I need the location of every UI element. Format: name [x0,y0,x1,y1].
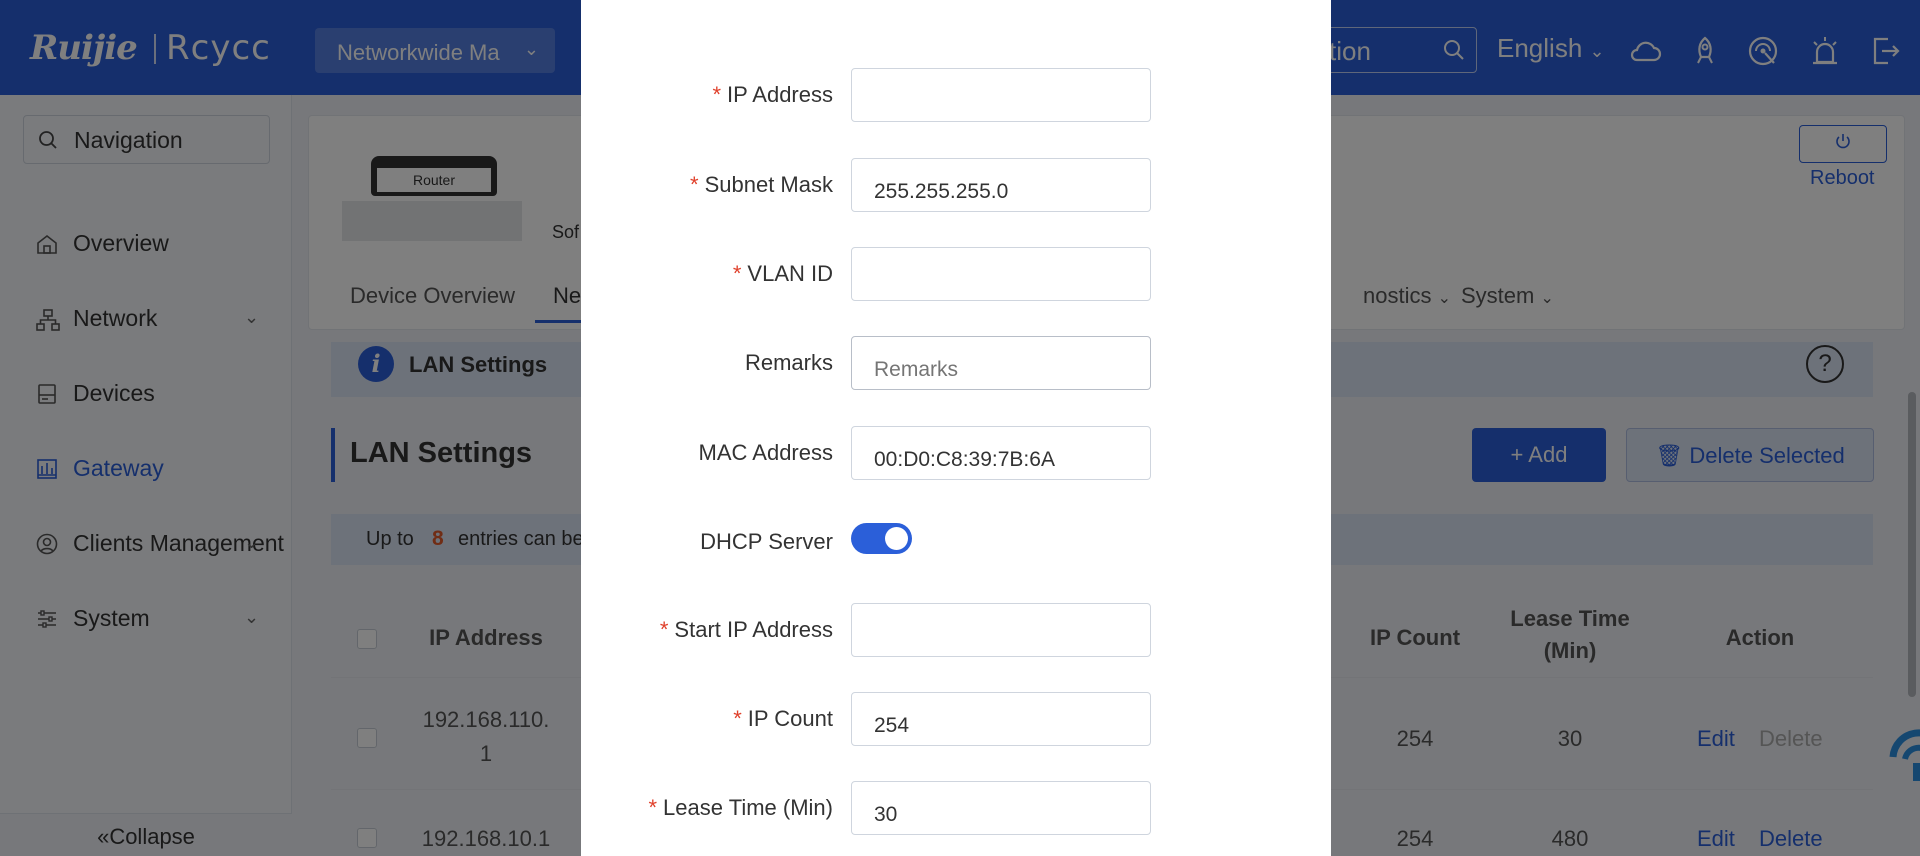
dhcp-server-toggle[interactable] [851,523,912,554]
label-text: DHCP Server [700,529,833,554]
label-text: IP Count [747,706,833,731]
field-ip-count: * IP Count [581,692,1331,746]
field-dhcp-server: DHCP Server [581,515,1331,569]
mac-address-label: MAC Address [699,440,834,466]
ip-address-label: * IP Address [712,82,833,108]
field-vlan-id: * VLAN ID [581,247,1331,301]
field-mac-address: MAC Address [581,426,1331,480]
label-text: Lease Time (Min) [663,795,833,820]
start-ip-address-input[interactable] [851,603,1151,657]
ip-count-label: * IP Count [733,706,833,732]
required-marker: * [690,172,699,197]
vlan-id-label: * VLAN ID [733,261,833,287]
required-marker: * [648,795,658,820]
required-marker: * [733,706,742,731]
dhcp-server-label: DHCP Server [700,529,833,555]
field-start-ip-address: * Start IP Address [581,603,1331,657]
start-ip-address-label: * Start IP Address [660,617,833,643]
ip-address-input[interactable] [851,68,1151,122]
remarks-input[interactable] [851,336,1151,390]
lease-time-input[interactable] [851,781,1151,835]
label-text: MAC Address [698,440,834,465]
required-marker: * [712,82,721,107]
field-lease-time: * Lease Time (Min) [581,781,1331,835]
label-text: Subnet Mask [704,172,833,197]
label-text: Remarks [744,350,833,375]
subnet-mask-input[interactable] [851,158,1151,212]
required-marker: * [659,617,669,642]
label-text: VLAN ID [747,261,833,286]
required-marker: * [732,261,742,286]
remarks-label: Remarks [745,350,833,376]
toggle-knob [885,527,908,550]
field-remarks: Remarks [581,336,1331,390]
label-text: IP Address [727,82,833,107]
ip-count-input[interactable] [851,692,1151,746]
field-ip-address: * IP Address [581,68,1331,122]
mac-address-input[interactable] [851,426,1151,480]
subnet-mask-label: * Subnet Mask [690,172,833,198]
vlan-id-input[interactable] [851,247,1151,301]
lease-time-label: * Lease Time (Min) [648,795,833,821]
lan-settings-modal: *IP Address *Subnet Mask *VLAN ID Remark… [581,0,1331,856]
label-text: Start IP Address [674,617,833,642]
field-subnet-mask: * Subnet Mask [581,158,1331,212]
